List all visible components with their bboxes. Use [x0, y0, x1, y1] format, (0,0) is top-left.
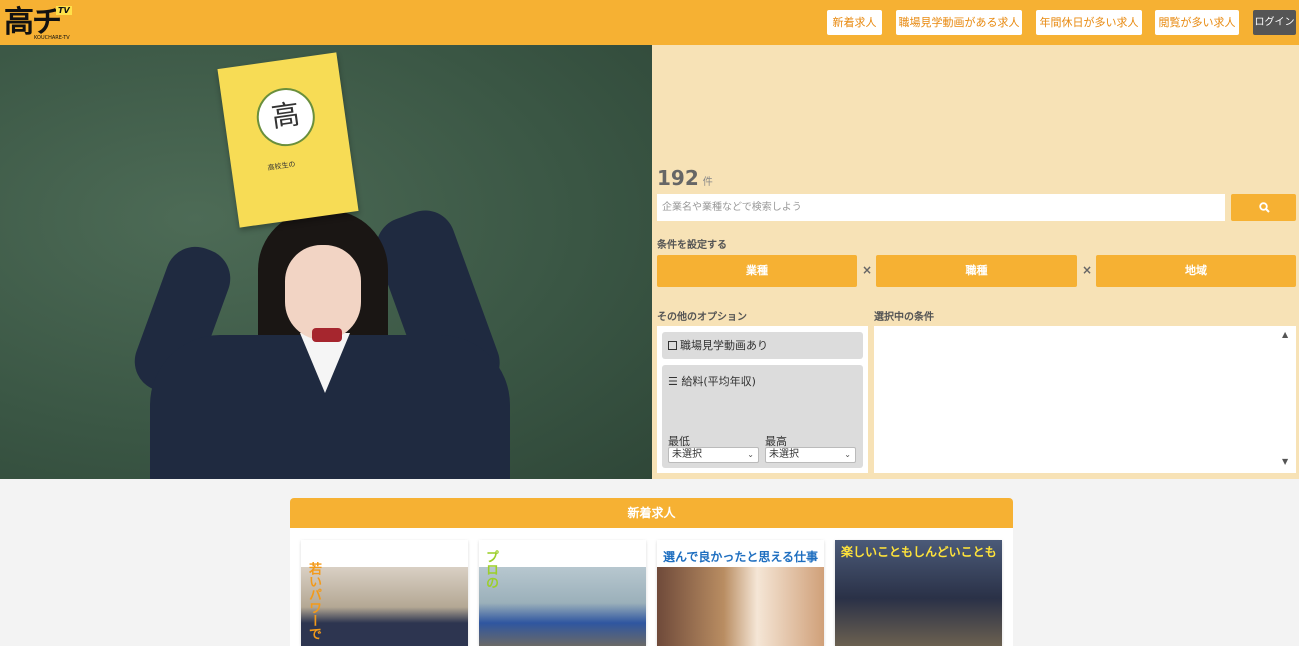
search-button[interactable]	[1231, 194, 1296, 221]
search-input[interactable]: 企業名や業種などで検索しよう	[657, 194, 1225, 221]
top-header: 高チャレ TV KOUCHARE-TV 新着求人 職場見学動画がある求人 年間休…	[0, 0, 1299, 78]
list-icon: ☰	[668, 375, 678, 388]
scroll-down-icon[interactable]: ▼	[1282, 457, 1288, 466]
login-button[interactable]: ログイン	[1253, 10, 1296, 35]
folder-emblem: 高	[253, 84, 319, 150]
job-card[interactable]: 楽しいこともしんどいことも	[835, 540, 1002, 646]
result-count-unit: 件	[702, 177, 713, 188]
salary-title: ☰ 給料(平均年収)	[668, 373, 756, 389]
hero-face	[285, 245, 361, 340]
job-card-image	[479, 567, 646, 646]
job-card[interactable]: プロの	[479, 540, 646, 646]
hero-ribbon	[312, 328, 342, 342]
scroll-up-icon[interactable]: ▲	[1282, 330, 1288, 339]
industry-button[interactable]: 業種	[657, 255, 857, 287]
logo-tv-badge: TV	[56, 6, 72, 15]
logo-subtitle: KOUCHARE-TV	[34, 35, 70, 41]
nav-holiday-jobs[interactable]: 年間休日が多い求人	[1036, 10, 1142, 35]
hero-folder: 高 高校生の	[217, 52, 359, 228]
result-count: 192 件	[657, 166, 713, 190]
job-card-caption: 若いパワーで	[306, 562, 321, 640]
job-card-caption: プロの	[483, 550, 498, 589]
min-salary-select[interactable]: 未選択 ⌄	[668, 447, 759, 463]
job-card-caption: 楽しいこともしんどいことも	[841, 545, 997, 559]
times-icon: ×	[862, 263, 873, 277]
conditions-label: 条件を設定する	[657, 240, 727, 251]
job-type-button[interactable]: 職種	[876, 255, 1077, 287]
nav-video-jobs[interactable]: 職場見学動画がある求人	[896, 10, 1022, 35]
checkbox-icon	[668, 341, 677, 350]
hero-image: 高 高校生の	[0, 45, 652, 479]
job-card-caption: 選んで良かったと思える仕事	[663, 550, 819, 564]
site-logo[interactable]: 高チャレ TV KOUCHARE-TV	[4, 4, 76, 78]
region-button[interactable]: 地域	[1096, 255, 1296, 287]
folder-text: 高校生の	[267, 160, 296, 173]
new-jobs-title: 新着求人	[290, 498, 1013, 528]
nav-popular-jobs[interactable]: 閲覧が多い求人	[1155, 10, 1239, 35]
video-option-checkbox[interactable]: 職場見学動画あり	[662, 332, 863, 359]
job-card-image	[657, 567, 824, 646]
job-card[interactable]: 若いパワーで	[301, 540, 468, 646]
chevron-down-icon: ⌄	[747, 450, 754, 459]
nav-new-jobs[interactable]: 新着求人	[827, 10, 882, 35]
max-salary-value: 未選択	[769, 449, 799, 460]
job-card-image	[301, 567, 468, 646]
job-card[interactable]: 選んで良かったと思える仕事	[657, 540, 824, 646]
video-option-label: 職場見学動画あり	[680, 339, 768, 352]
salary-title-label: 給料(平均年収)	[681, 375, 756, 388]
times-icon: ×	[1082, 263, 1093, 277]
selected-conditions-label: 選択中の条件	[874, 312, 934, 323]
result-count-number: 192	[657, 166, 699, 190]
min-salary-value: 未選択	[672, 449, 702, 460]
chevron-down-icon: ⌄	[844, 450, 851, 459]
selected-conditions-box[interactable]	[874, 326, 1296, 473]
other-options-label: その他のオプション	[657, 312, 747, 323]
salary-option: ☰ 給料(平均年収) 最低 最高 未選択 ⌄ 未選択 ⌄	[662, 365, 863, 468]
max-salary-select[interactable]: 未選択 ⌄	[765, 447, 856, 463]
search-icon	[1259, 202, 1270, 213]
